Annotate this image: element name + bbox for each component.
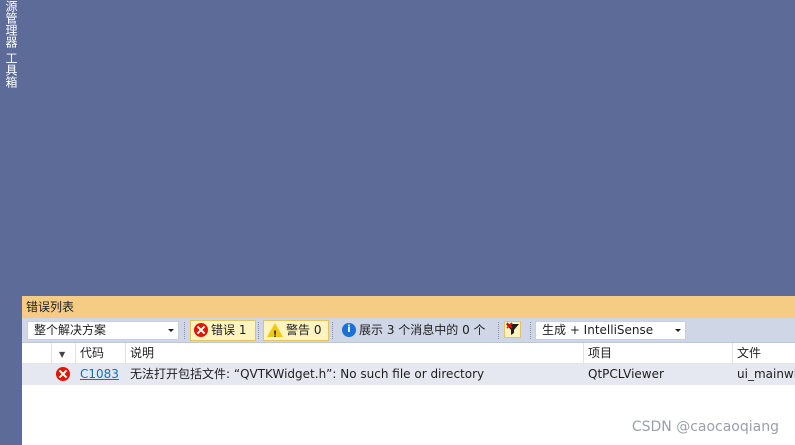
error-file: ui_mainwindow.h — [737, 367, 795, 381]
messages-filter-button[interactable]: i 展示 3 个消息中的 0 个 — [338, 320, 494, 341]
filter-button[interactable] — [502, 320, 524, 341]
warnings-filter-label: 警告 0 — [286, 323, 322, 337]
filter-icon — [504, 321, 521, 338]
build-source-combo[interactable]: 生成 + IntelliSense — [535, 321, 686, 340]
chevron-down-icon — [675, 329, 681, 332]
error-icon — [194, 322, 208, 337]
chevron-down-icon — [168, 329, 174, 332]
toolbar-separator — [184, 322, 185, 339]
column-header-project[interactable]: 项目 — [584, 343, 733, 364]
error-icon — [56, 366, 70, 381]
column-header-code[interactable]: 代码 — [76, 343, 126, 364]
toolbar-separator — [332, 322, 333, 339]
toolbox-tab[interactable]: 工具箱 — [1, 52, 21, 88]
side-tool-strip: 资源管理器 工具箱 — [0, 0, 22, 445]
warnings-filter-button[interactable]: ! 警告 0 — [263, 320, 329, 341]
error-project: QtPCLViewer — [588, 367, 664, 381]
error-code-link[interactable]: C1083 — [76, 364, 126, 385]
error-table-header: ▼ 代码 说明 项目 文件 — [22, 343, 795, 364]
column-header-file[interactable]: 文件 — [733, 343, 795, 364]
row-severity — [52, 364, 76, 385]
error-description: 无法打开包括文件: “QVTKWidget.h”: No such file o… — [130, 367, 485, 381]
scope-combo[interactable]: 整个解决方案 — [27, 321, 179, 340]
build-source-value: 生成 + IntelliSense — [542, 323, 654, 337]
column-header-description[interactable]: 说明 — [126, 343, 584, 364]
column-header-severity[interactable]: ▼ — [52, 343, 76, 364]
toolbar-separator — [498, 322, 499, 339]
error-list-title[interactable]: 错误列表 — [22, 296, 795, 318]
errors-filter-button[interactable]: 错误 1 — [190, 320, 256, 341]
solution-explorer-tab[interactable]: 资源管理器 — [1, 0, 21, 48]
warning-icon: ! — [267, 322, 283, 340]
info-icon: i — [342, 322, 356, 337]
table-row[interactable]: C1083 无法打开包括文件: “QVTKWidget.h”: No such … — [22, 364, 795, 385]
toolbar-separator — [258, 322, 259, 339]
scope-combo-value: 整个解决方案 — [34, 323, 107, 337]
column-header-blank — [22, 343, 52, 364]
messages-filter-label: 展示 3 个消息中的 0 个 — [359, 323, 486, 337]
watermark: CSDN @caocaoqiang — [631, 419, 779, 435]
toolbar-separator — [530, 322, 531, 339]
pin-icon: ▼ — [59, 350, 66, 359]
errors-filter-label: 错误 1 — [211, 323, 247, 337]
ide-window: 资源管理器 工具箱 错误列表 整个解决方案 错误 1 ! 警告 0 i 展示 3 个… — [0, 0, 795, 445]
error-list-toolbar: 整个解决方案 错误 1 ! 警告 0 i 展示 3 个消息中的 0 个 生成 +… — [22, 318, 795, 343]
